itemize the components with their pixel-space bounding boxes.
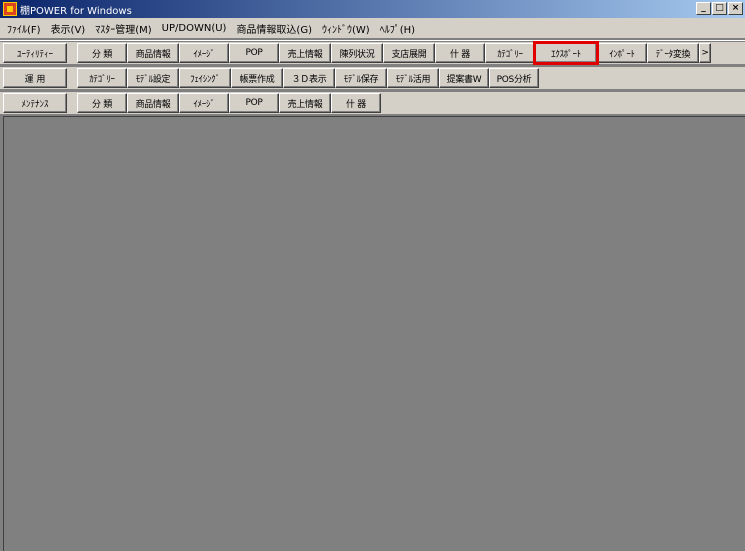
- app-icon: [3, 2, 17, 16]
- btn-model-settings[interactable]: ﾓﾃﾞﾙ設定: [127, 68, 179, 88]
- btn-sales-info[interactable]: 売上情報: [279, 93, 331, 113]
- btn-pos-analysis[interactable]: POS分析: [489, 68, 539, 88]
- btn-sales-info[interactable]: 売上情報: [279, 43, 331, 63]
- toolbar-operation: 運 用 ｶﾃｺﾞﾘｰ ﾓﾃﾞﾙ設定 ﾌｪｲｼﾝｸﾞ 帳票作成 ３Ｄ表示 ﾓﾃﾞﾙ…: [0, 67, 745, 89]
- btn-display-status[interactable]: 陳列状況: [331, 43, 383, 63]
- btn-product-info[interactable]: 商品情報: [127, 43, 179, 63]
- btn-classification[interactable]: 分 類: [77, 93, 127, 113]
- btn-model-save[interactable]: ﾓﾃﾞﾙ保存: [335, 68, 387, 88]
- minimize-button[interactable]: _: [696, 2, 711, 15]
- btn-pop[interactable]: POP: [229, 93, 279, 113]
- toolbar-utility: ﾕｰﾃｨﾘﾃｨｰ 分 類 商品情報 ｲﾒｰｼﾞ POP 売上情報 陳列状況 支店…: [0, 41, 745, 65]
- title-bar: 棚POWER for Windows _ □ ×: [0, 0, 745, 18]
- btn-pop[interactable]: POP: [229, 43, 279, 63]
- btn-branch-deploy[interactable]: 支店展開: [383, 43, 435, 63]
- btn-facing[interactable]: ﾌｪｲｼﾝｸﾞ: [179, 68, 231, 88]
- btn-model-use[interactable]: ﾓﾃﾞﾙ活用: [387, 68, 439, 88]
- maximize-button[interactable]: □: [712, 2, 727, 15]
- window-controls: _ □ ×: [696, 2, 743, 15]
- mdi-workspace[interactable]: [3, 116, 745, 551]
- category-maintenance[interactable]: ﾒﾝﾃﾅﾝｽ: [3, 93, 67, 113]
- category-operation[interactable]: 運 用: [3, 68, 67, 88]
- window-title: 棚POWER for Windows: [20, 5, 132, 17]
- menu-bar: ﾌｧｲﾙ(F) 表示(V) ﾏｽﾀｰ管理(M) UP/DOWN(U) 商品情報取…: [0, 18, 745, 38]
- category-utility[interactable]: ﾕｰﾃｨﾘﾃｨｰ: [3, 43, 67, 63]
- btn-classification[interactable]: 分 類: [77, 43, 127, 63]
- menu-master[interactable]: ﾏｽﾀｰ管理(M): [90, 21, 156, 36]
- menu-file[interactable]: ﾌｧｲﾙ(F): [2, 21, 46, 36]
- btn-report-create[interactable]: 帳票作成: [231, 68, 283, 88]
- btn-image[interactable]: ｲﾒｰｼﾞ: [179, 93, 229, 113]
- toolbar-maintenance: ﾒﾝﾃﾅﾝｽ 分 類 商品情報 ｲﾒｰｼﾞ POP 売上情報 什 器: [0, 92, 745, 114]
- menu-import-product[interactable]: 商品情報取込(G): [231, 21, 317, 36]
- btn-proposal[interactable]: 提案書W: [439, 68, 489, 88]
- btn-image[interactable]: ｲﾒｰｼﾞ: [179, 43, 229, 63]
- close-button[interactable]: ×: [728, 2, 743, 15]
- btn-fixture[interactable]: 什 器: [331, 93, 381, 113]
- menu-view[interactable]: 表示(V): [46, 21, 91, 36]
- btn-data-convert[interactable]: ﾃﾞｰﾀ変換: [647, 43, 699, 63]
- btn-category[interactable]: ｶﾃｺﾞﾘｰ: [77, 68, 127, 88]
- btn-product-info[interactable]: 商品情報: [127, 93, 179, 113]
- btn-category[interactable]: ｶﾃｺﾞﾘｰ: [485, 43, 535, 63]
- btn-fixture[interactable]: 什 器: [435, 43, 485, 63]
- btn-export[interactable]: ｴｸｽﾎﾟｰﾄ: [533, 41, 599, 65]
- menu-help[interactable]: ﾍﾙﾌﾟ(H): [375, 21, 420, 36]
- btn-3d-view[interactable]: ３Ｄ表示: [283, 68, 335, 88]
- menu-window[interactable]: ｳｨﾝﾄﾞｳ(W): [317, 21, 375, 36]
- scroll-right-button[interactable]: >: [699, 43, 711, 63]
- btn-import[interactable]: ｲﾝﾎﾟｰﾄ: [597, 43, 647, 63]
- menu-updown[interactable]: UP/DOWN(U): [157, 23, 232, 34]
- separator: [0, 39, 745, 41]
